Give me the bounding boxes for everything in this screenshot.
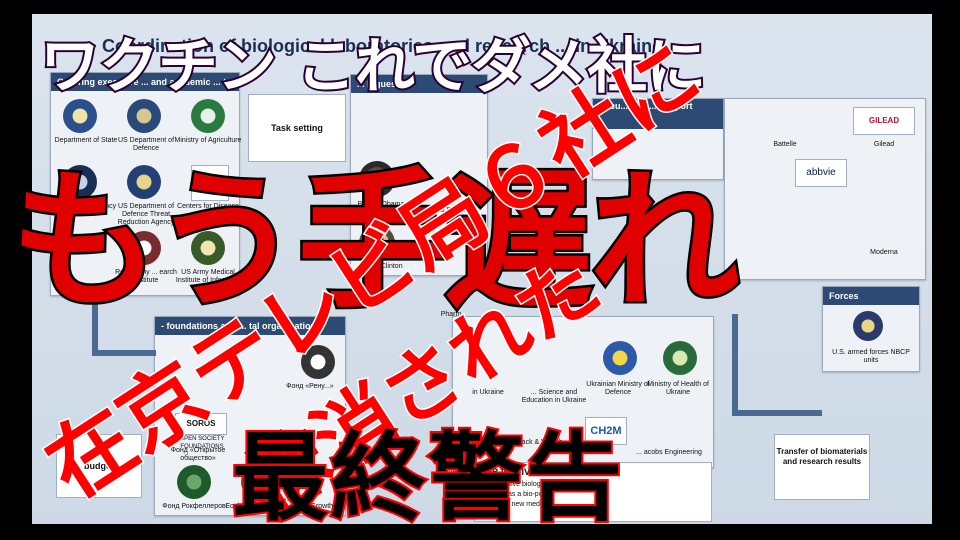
us-forces-label: U.S. armed forces NBCP units xyxy=(832,349,910,364)
forces-panel: Forces U.S. armed forces NBCP units xyxy=(822,286,920,372)
ukr-moh-icon xyxy=(663,341,697,375)
company-label: Battelle xyxy=(773,141,797,148)
abbvie-logo-icon: abbvie xyxy=(795,159,847,187)
ukr-label: Ministry of Health of Ukraine xyxy=(647,381,709,396)
company-label: Gilead xyxy=(873,141,895,148)
company-label: Moderna xyxy=(870,249,898,256)
ukr-mod-icon xyxy=(603,341,637,375)
headline-bottom: 最終警告 xyxy=(230,420,624,536)
thumbnail: Coordination of biological laboratories … xyxy=(0,0,960,540)
transfer-card: Transfer of biomaterials and research re… xyxy=(774,434,870,500)
rockefeller-logo-icon xyxy=(177,465,211,499)
connector-arrow xyxy=(732,410,822,416)
companies-panel: GILEAD Gilead abbvie Moderna Battelle xyxy=(724,98,926,280)
gilead-logo-icon: GILEAD xyxy=(853,107,915,135)
army-seal-icon xyxy=(853,311,883,341)
forces-panel-header: Forces xyxy=(823,287,919,305)
ukr-label: ... acobs Engineering xyxy=(636,449,702,456)
